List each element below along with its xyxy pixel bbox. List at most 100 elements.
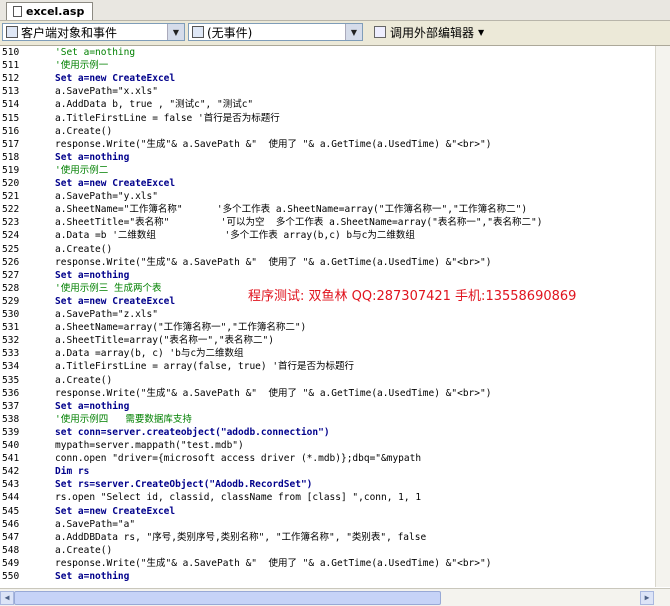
code-line[interactable]: 522 a.SheetName="工作簿名称" '多个工作表 a.SheetNam… — [0, 203, 655, 216]
code-area[interactable]: 510 'Set a=nothing 511 '使用示例一 512 Set a=new C… — [0, 46, 670, 587]
line-number: 542 — [2, 466, 20, 478]
line-text: a.Data =b '二维数组 '多个工作表 array(b,c) b与c为二维… — [55, 230, 415, 242]
code-line[interactable]: 512 Set a=new CreateExcel — [0, 72, 655, 85]
code-line[interactable]: 546 a.SavePath="a" — [0, 518, 655, 531]
line-text: Set a=new CreateExcel — [55, 505, 176, 517]
code-line[interactable]: 530 a.SavePath="z.xls" — [0, 308, 655, 321]
code-line[interactable]: 514 a.AddData b, true , "测试c", "测试c" — [0, 98, 655, 111]
code-line[interactable]: 517 response.Write("生成"& a.SavePath &" 使用… — [0, 138, 655, 151]
code-line[interactable]: 538 '使用示例四 需要数据库支持 — [0, 413, 655, 426]
code-line[interactable]: 547 a.AddDBData rs, "序号,类别序号,类别名称", "工作簿名… — [0, 531, 655, 544]
code-line[interactable]: 541 conn.open "driver={microsoft access d… — [0, 452, 655, 465]
code-line[interactable]: 539 set conn=server.createobject("adodb.c… — [0, 426, 655, 439]
line-number: 521 — [2, 191, 20, 203]
scrollbar-thumb[interactable] — [14, 591, 441, 605]
vertical-scrollbar[interactable] — [655, 46, 670, 587]
line-number: 538 — [2, 413, 20, 425]
line-number: 550 — [2, 571, 20, 582]
line-text: a.SheetTitle="表名称" '可以为空 多个工作表 a.SheetNa… — [55, 217, 543, 229]
line-number: 513 — [2, 86, 20, 98]
code-line[interactable]: 526 response.Write("生成"& a.SavePath &" 使用… — [0, 256, 655, 269]
line-number: 514 — [2, 99, 20, 111]
object-combo[interactable]: 客户端对象和事件 ▼ — [2, 23, 185, 41]
line-number: 540 — [2, 440, 20, 451]
code-line[interactable]: 525 a.Create() — [0, 243, 655, 256]
line-text: a.Create() — [55, 125, 113, 137]
code-line[interactable]: 536 response.Write("生成"& a.SavePath &" 使用… — [0, 387, 655, 400]
code-line[interactable]: 550 Set a=nothing — [0, 570, 655, 583]
annotation-text: 程序测试: 双鱼林 QQ:287307421 手机:13558690869 — [248, 289, 577, 304]
code-line[interactable]: 533 a.Data =array(b, c) 'b与c为二维数组 — [0, 347, 655, 360]
line-number: 533 — [2, 348, 20, 360]
code-line[interactable]: 527 Set a=nothing — [0, 269, 655, 282]
line-text: Set a=nothing — [55, 400, 130, 412]
line-text: a.TitleFirstLine = false '首行是否为标题行 — [55, 112, 280, 124]
code-line[interactable]: 513 a.SavePath="x.xls" — [0, 85, 655, 98]
tab-excel-asp[interactable]: excel.asp — [6, 2, 94, 20]
code-line[interactable]: 523 a.SheetTitle="表名称" '可以为空 多个工作表 a.Shee… — [0, 216, 655, 229]
code-line[interactable]: 524 a.Data =b '二维数组 '多个工作表 array(b,c) b与c… — [0, 229, 655, 242]
horizontal-scrollbar[interactable]: ◀ ▶ — [0, 588, 670, 606]
code-line[interactable]: 510 'Set a=nothing — [0, 46, 655, 59]
chevron-down-icon: ▼ — [478, 27, 485, 37]
code-line[interactable]: 548 a.Create() — [0, 544, 655, 557]
line-number: 543 — [2, 479, 20, 491]
line-text: '使用示例三 生成两个表 — [55, 282, 162, 294]
line-text: a.SheetTitle=array("表名称一","表名称二") — [55, 335, 274, 347]
event-icon — [192, 26, 204, 38]
code-line[interactable]: 531 a.SheetName=array("工作簿名称一","工作簿名称二") — [0, 321, 655, 334]
line-number: 544 — [2, 492, 20, 504]
line-text: Set a=nothing — [55, 151, 130, 163]
code-line[interactable]: 521 a.SavePath="y.xls" — [0, 190, 655, 203]
line-text: rs.open "Select id, classid, className f… — [55, 492, 422, 504]
line-text: 'Set a=nothing — [55, 47, 136, 58]
external-editor-icon — [374, 26, 386, 38]
line-text: response.Write("生成"& a.SavePath &" 使用了 "… — [55, 138, 492, 150]
line-number: 530 — [2, 309, 20, 320]
code-line[interactable]: 518 Set a=nothing — [0, 151, 655, 164]
code-line[interactable]: 544 rs.open "Select id, classid, classNam… — [0, 491, 655, 504]
code-line[interactable]: 511 '使用示例一 — [0, 59, 655, 72]
code-line[interactable]: 545 Set a=new CreateExcel — [0, 505, 655, 518]
line-number: 529 — [2, 295, 20, 307]
code-line[interactable]: 540 mypath=server.mappath("test.mdb") — [0, 439, 655, 452]
line-text: '使用示例一 — [55, 60, 109, 72]
code-line[interactable]: 516 a.Create() — [0, 125, 655, 138]
object-combo-label: 客户端对象和事件 — [21, 25, 118, 40]
chevron-down-icon[interactable]: ▼ — [345, 24, 362, 40]
code-line[interactable]: 535 a.Create() — [0, 374, 655, 387]
scroll-right-icon[interactable]: ▶ — [640, 591, 654, 605]
line-text: response.Write("生成"& a.SavePath &" 使用了 "… — [55, 557, 492, 569]
line-number: 545 — [2, 505, 20, 517]
line-text: Set a=new CreateExcel — [55, 178, 176, 189]
line-text: a.Create() — [55, 374, 113, 386]
line-number: 526 — [2, 256, 20, 268]
code-line[interactable]: 519 '使用示例二 — [0, 164, 655, 177]
line-text: a.SheetName=array("工作簿名称一","工作簿名称二") — [55, 322, 307, 334]
line-text: a.SheetName="工作簿名称" '多个工作表 a.SheetName=a… — [55, 204, 528, 216]
line-text: conn.open "driver={microsoft access driv… — [55, 453, 422, 465]
editor-window: excel.asp 客户端对象和事件 ▼ (无事件) ▼ 调用外部编辑器 ▼ 5… — [0, 0, 670, 606]
code-line[interactable]: 542 Dim rs — [0, 465, 655, 478]
code-line[interactable]: 543 Set rs=server.CreateObject("Adodb.Rec… — [0, 478, 655, 491]
scroll-left-icon[interactable]: ◀ — [0, 591, 14, 605]
code-line[interactable]: 534 a.TitleFirstLine = array(false, true)… — [0, 360, 655, 373]
line-number: 524 — [2, 230, 20, 242]
code-line[interactable]: 515 a.TitleFirstLine = false '首行是否为标题行 — [0, 112, 655, 125]
line-number: 534 — [2, 361, 20, 373]
code-line[interactable]: 549 response.Write("生成"& a.SavePath &" 使用… — [0, 557, 655, 570]
line-number: 511 — [2, 60, 20, 72]
tab-bar: excel.asp — [0, 0, 670, 21]
code-line[interactable]: 520 Set a=new CreateExcel — [0, 177, 655, 190]
event-combo[interactable]: (无事件) ▼ — [188, 23, 363, 41]
line-text: Set rs=server.CreateObject("Adodb.Record… — [55, 479, 313, 491]
line-number: 536 — [2, 387, 20, 399]
line-number: 532 — [2, 335, 20, 347]
line-number: 527 — [2, 269, 20, 281]
line-text: response.Write("生成"& a.SavePath &" 使用了 "… — [55, 256, 492, 268]
line-number: 517 — [2, 138, 20, 150]
external-editor-button[interactable]: 调用外部编辑器 ▼ — [370, 23, 488, 41]
code-line[interactable]: 537 Set a=nothing — [0, 400, 655, 413]
code-line[interactable]: 532 a.SheetTitle=array("表名称一","表名称二") — [0, 334, 655, 347]
chevron-down-icon[interactable]: ▼ — [167, 24, 184, 40]
